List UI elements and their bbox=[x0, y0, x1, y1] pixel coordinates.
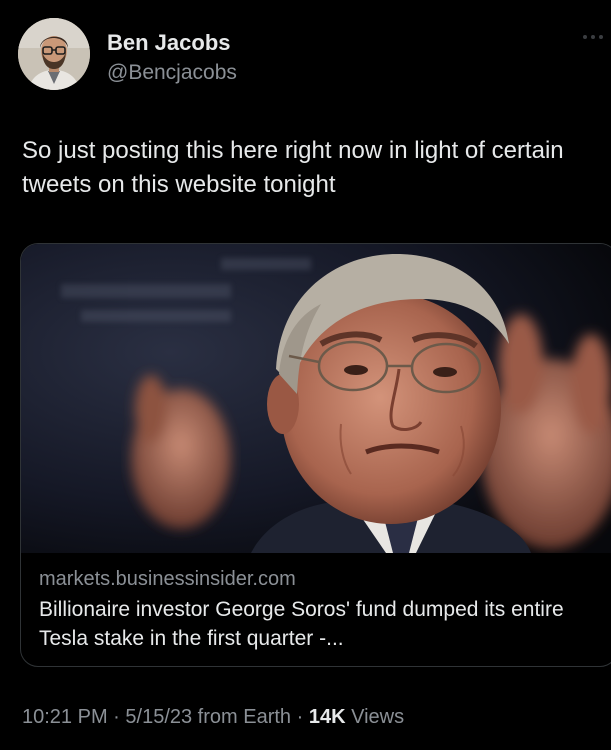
dot bbox=[591, 35, 595, 39]
link-card[interactable]: markets.businessinsider.com Billionaire … bbox=[20, 243, 611, 667]
tweet[interactable]: Ben Jacobs @Bencjacobs So just posting t… bbox=[0, 0, 611, 750]
tweet-header: Ben Jacobs @Bencjacobs bbox=[18, 18, 611, 94]
card-image[interactable] bbox=[21, 244, 611, 553]
card-meta: markets.businessinsider.com Billionaire … bbox=[39, 566, 607, 653]
avatar-photo bbox=[18, 18, 90, 90]
tweet-time[interactable]: 10:21 PM bbox=[22, 706, 108, 728]
display-name[interactable]: Ben Jacobs bbox=[107, 30, 231, 56]
card-photo bbox=[21, 244, 611, 553]
user-handle[interactable]: @Bencjacobs bbox=[107, 61, 237, 85]
tweet-footer: 10:21 PM · 5/15/23 from Earth · 14K View… bbox=[22, 706, 404, 729]
tweet-text: So just posting this here right now in l… bbox=[22, 137, 564, 198]
card-title[interactable]: Billionaire investor George Soros' fund … bbox=[39, 595, 599, 653]
separator: · bbox=[107, 706, 126, 728]
dot bbox=[599, 35, 603, 39]
card-domain: markets.businessinsider.com bbox=[39, 568, 296, 590]
views-count[interactable]: 14K bbox=[309, 706, 346, 728]
separator: · bbox=[291, 706, 309, 728]
avatar[interactable] bbox=[18, 18, 90, 90]
tweet-date[interactable]: 5/15/23 bbox=[125, 706, 192, 728]
more-dots-icon[interactable] bbox=[583, 32, 607, 42]
views-label: Views bbox=[345, 706, 405, 728]
tweet-source: from Earth bbox=[192, 706, 292, 728]
dot bbox=[583, 35, 587, 39]
